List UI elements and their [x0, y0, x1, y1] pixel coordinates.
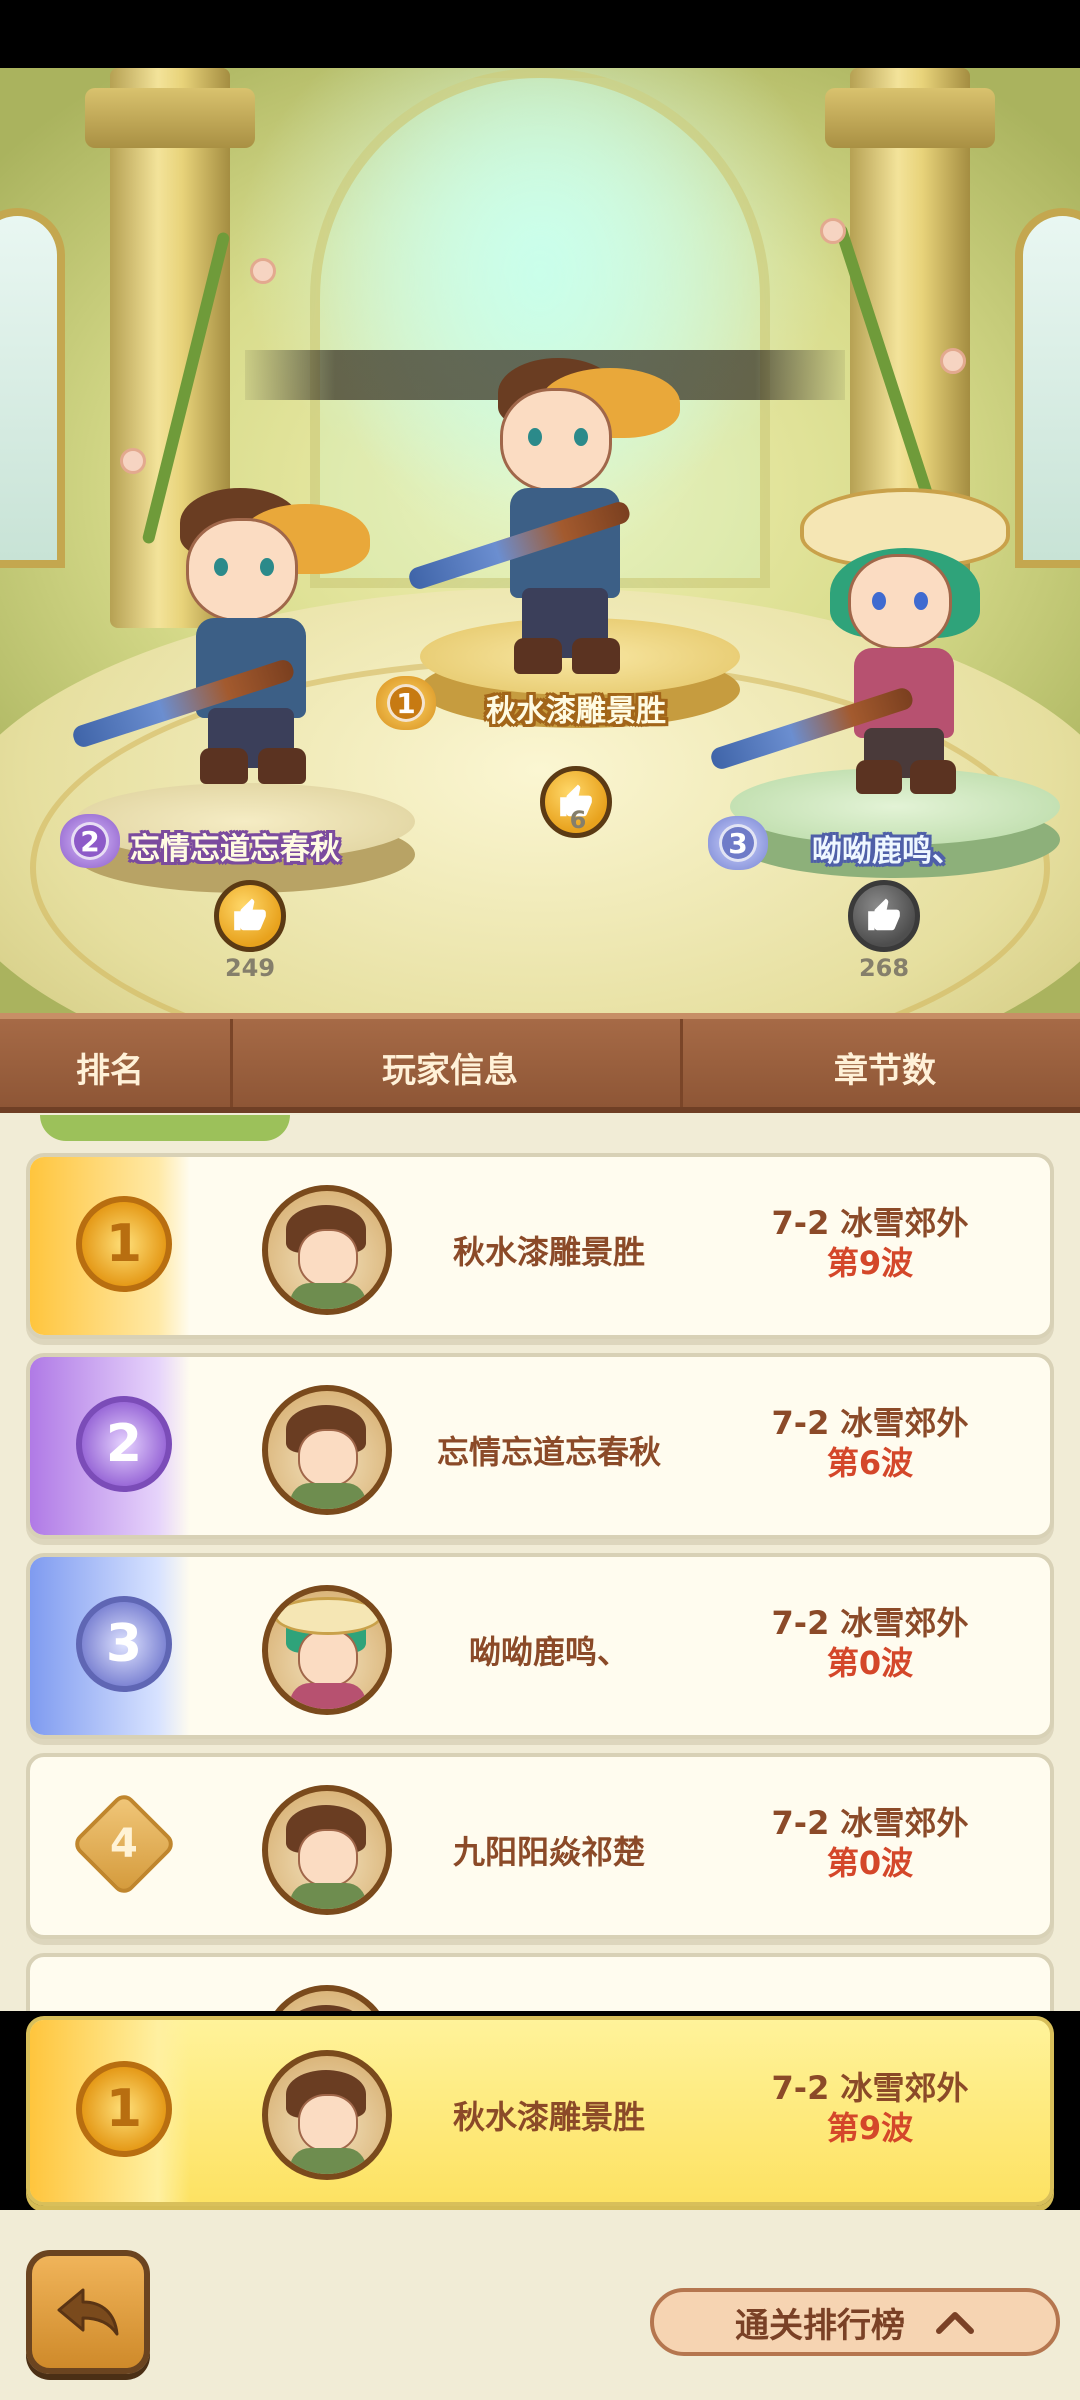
avatar[interactable] [262, 1785, 392, 1915]
my-rank-row[interactable]: 1 秋水漆雕景胜 7-2 冰雪郊外 第9波 [26, 2016, 1054, 2206]
chapter-progress: 7-2 冰雪郊外 第6波 [771, 1404, 969, 1482]
leaderboard-row[interactable]: 4 九阳阳焱祁楚 7-2 冰雪郊外 第0波 [26, 1753, 1054, 1939]
avatar[interactable] [262, 1585, 392, 1715]
rank-1-medal-icon: 1 [54, 1179, 194, 1309]
chapter-progress: 7-2 冰雪郊外 第9波 [771, 1204, 969, 1282]
avatar[interactable] [262, 1385, 392, 1515]
leaderboard-row[interactable]: 3 呦呦鹿鸣、 7-2 冰雪郊外 第0波 [26, 1553, 1054, 1739]
flower-decoration [250, 258, 276, 284]
second-place-like-button[interactable] [214, 880, 286, 952]
third-place-name: 呦呦鹿鸣、 [812, 834, 962, 869]
leaderboard-row[interactable] [26, 1953, 1054, 2011]
third-place-like-button[interactable] [848, 880, 920, 952]
second-place-name: 忘情忘道忘春秋 [130, 832, 340, 867]
rank-column-header: 排名 [76, 1051, 144, 1091]
leaderboard-list[interactable]: 1 秋水漆雕景胜 7-2 冰雪郊外 第9波 2 忘情忘道忘春秋 7-2 冰雪郊外… [0, 1113, 1080, 2011]
avatar[interactable] [262, 2050, 392, 2180]
third-place-character[interactable] [708, 488, 1030, 808]
avatar[interactable] [262, 1985, 392, 2011]
chapter-progress: 7-2 冰雪郊外 第0波 [771, 1604, 969, 1682]
flower-decoration [120, 448, 146, 474]
podium-stage: 1 秋水漆雕景胜 2 忘情忘道忘春秋 3 呦呦鹿鸣、 [0, 68, 1080, 1013]
avatar[interactable] [262, 1185, 392, 1315]
player-name: 呦呦鹿鸣、 [468, 1633, 629, 1671]
chapter-column-header: 章节数 [834, 1051, 936, 1091]
rank-3-medal-icon: 3 [54, 1579, 194, 1709]
chevron-up-icon [936, 2312, 974, 2334]
clear-ranking-toggle[interactable]: 通关排行榜 [650, 2288, 1060, 2356]
left-window [0, 208, 65, 568]
player-name: 秋水漆雕景胜 [452, 1233, 645, 1271]
rank-2-medal-icon: 2 [54, 1379, 194, 1509]
grass-decoration [40, 1115, 290, 1141]
chapter-progress: 7-2 冰雪郊外 第9波 [771, 2069, 969, 2147]
flower-decoration [940, 348, 966, 374]
player-name: 忘情忘道忘春秋 [436, 1433, 661, 1471]
leaderboard-row[interactable]: 2 忘情忘道忘春秋 7-2 冰雪郊外 第6波 [26, 1353, 1054, 1539]
chapter-progress: 7-2 冰雪郊外 第0波 [771, 1804, 969, 1882]
leaderboard-header: 排名 玩家信息 章节数 [0, 1013, 1080, 1113]
rank-1-medal-icon: 1 [54, 2044, 194, 2174]
rank-2-medal-icon: 2 [60, 814, 120, 868]
status-bar [0, 0, 1080, 68]
thumbs-up-icon [234, 898, 266, 931]
player-name: 秋水漆雕景胜 [452, 2098, 645, 2136]
first-place-like-count: 6 [569, 806, 587, 834]
player-column-header: 玩家信息 [382, 1051, 518, 1091]
leaderboard-row[interactable]: 1 秋水漆雕景胜 7-2 冰雪郊外 第9波 [26, 1153, 1054, 1339]
second-place-like-count: 249 [224, 954, 276, 982]
flower-decoration [820, 218, 846, 244]
thumbs-up-icon [868, 898, 900, 931]
clear-ranking-label: 通关排行榜 [735, 2305, 905, 2346]
player-name: 九阳阳焱祁楚 [452, 1833, 645, 1871]
second-place-character[interactable] [70, 478, 370, 798]
third-place-like-count: 268 [858, 954, 910, 982]
rank-1-medal-icon: 1 [376, 676, 436, 730]
bottom-bar: 通关排行榜 [0, 2210, 1080, 2400]
back-button[interactable] [26, 2250, 150, 2374]
rank-3-medal-icon: 3 [708, 816, 768, 870]
first-place-name: 秋水漆雕景胜 [486, 694, 666, 729]
rank-4-badge-icon: 4 [54, 1779, 194, 1909]
back-arrow-icon [57, 2288, 119, 2336]
first-place-character[interactable] [406, 348, 680, 678]
